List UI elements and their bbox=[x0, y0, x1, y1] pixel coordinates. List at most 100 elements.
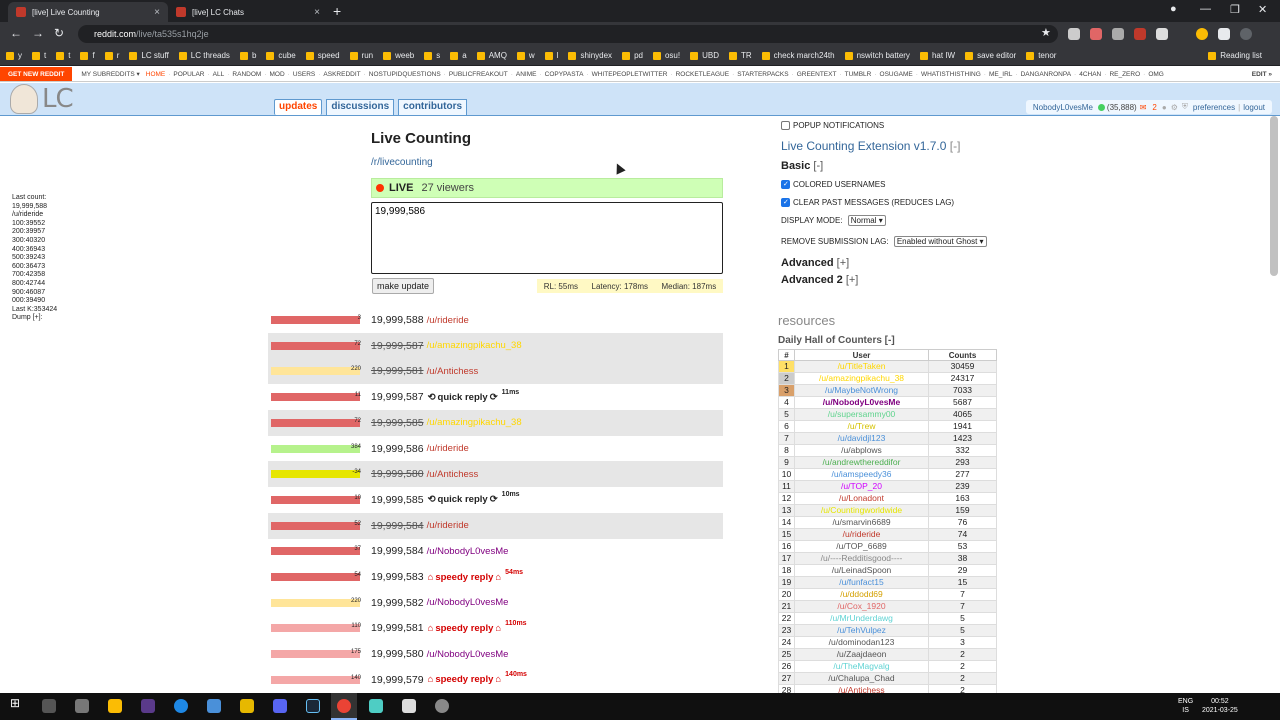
extension-icon[interactable] bbox=[1068, 28, 1080, 40]
clear-messages-option[interactable]: CLEAR PAST MESSAGES (REDUCES LAG) bbox=[781, 198, 954, 208]
checkbox-icon[interactable] bbox=[781, 121, 790, 131]
subreddit-link[interactable]: COPYPASTA bbox=[545, 71, 584, 78]
user-cell[interactable]: /u/andrewthereddifor bbox=[794, 456, 929, 469]
my-subreddits-dropdown[interactable]: MY SUBREDDITS ▾ bbox=[81, 70, 139, 78]
bookmark-item[interactable]: y bbox=[6, 51, 22, 60]
mail-count-badge[interactable]: 2 bbox=[1152, 103, 1156, 112]
subreddit-link[interactable]: /r/livecounting bbox=[371, 157, 433, 168]
tab-contributors[interactable]: contributors bbox=[398, 99, 468, 115]
user-cell[interactable]: /u/funfact15 bbox=[794, 576, 929, 589]
username-link[interactable]: /u/amazingpikachu_38 bbox=[427, 340, 522, 351]
bookmark-item[interactable]: run bbox=[350, 51, 374, 60]
subreddit-link[interactable]: ALL bbox=[213, 71, 225, 78]
extension-icon[interactable] bbox=[1196, 28, 1208, 40]
extension-icon[interactable] bbox=[1134, 28, 1146, 40]
subreddit-link[interactable]: ASKREDDIT bbox=[323, 71, 360, 78]
subreddit-link[interactable]: TUMBLR bbox=[845, 71, 872, 78]
extension-icon[interactable] bbox=[1112, 28, 1124, 40]
extension-icon[interactable] bbox=[1156, 28, 1168, 40]
close-tab-icon[interactable]: × bbox=[314, 7, 320, 18]
stat-line[interactable]: Dump [+]: bbox=[12, 314, 57, 323]
reading-list-button[interactable]: Reading list bbox=[1208, 51, 1262, 60]
bookmark-item[interactable]: b bbox=[240, 51, 256, 60]
bookmark-item[interactable]: t bbox=[32, 51, 46, 60]
bookmark-item[interactable]: speed bbox=[306, 51, 340, 60]
subreddit-link[interactable]: NOSTUPIDQUESTIONS bbox=[369, 71, 441, 78]
app-icon[interactable] bbox=[240, 699, 254, 713]
update-textarea[interactable] bbox=[371, 202, 723, 274]
app-icon[interactable] bbox=[435, 699, 449, 713]
user-cell[interactable]: /u/iamspeedy36 bbox=[794, 468, 929, 481]
app-icon[interactable] bbox=[369, 699, 383, 713]
display-mode-select[interactable]: Normal ▾ bbox=[847, 215, 886, 226]
username-link[interactable]: /u/NobodyL0vesMe bbox=[427, 597, 509, 608]
bookmark-item[interactable]: w bbox=[517, 51, 535, 60]
browser-tab-lc-chats[interactable]: [live] LC Chats × bbox=[168, 2, 328, 22]
user-cell[interactable]: /u/TOP_20 bbox=[794, 480, 929, 493]
windows-start-icon[interactable]: ⊞ bbox=[10, 697, 20, 709]
popup-notifications-option[interactable]: POPUP NOTIFICATIONS bbox=[781, 121, 884, 131]
bookmark-item[interactable]: TR bbox=[729, 51, 752, 60]
user-cell[interactable]: /u/Lonadont bbox=[794, 492, 929, 505]
user-cell[interactable]: /u/davidjl123 bbox=[794, 432, 929, 445]
extension-icon[interactable] bbox=[1090, 28, 1102, 40]
remove-lag-select[interactable]: Enabled without Ghost ▾ bbox=[893, 236, 987, 247]
bookmark-item[interactable]: r bbox=[105, 51, 120, 60]
close-window-icon[interactable]: ✕ bbox=[1258, 3, 1267, 16]
bookmark-item[interactable]: LC threads bbox=[179, 51, 230, 60]
username-link[interactable]: /u/NobodyL0vesMe bbox=[427, 546, 509, 557]
bookmark-item[interactable]: weeb bbox=[383, 51, 414, 60]
subreddit-link[interactable]: ME_IRL bbox=[989, 71, 1012, 78]
user-cell[interactable]: /u/----Redditisgood---- bbox=[794, 552, 929, 565]
user-cell[interactable]: /u/Zaajdaeon bbox=[794, 648, 929, 661]
user-cell[interactable]: /u/supersammy00 bbox=[794, 408, 929, 421]
app-icon[interactable] bbox=[207, 699, 221, 713]
bookmark-item[interactable]: check march24th bbox=[762, 51, 835, 60]
user-cell[interactable]: /u/TehVulpez bbox=[794, 624, 929, 637]
puzzle-icon[interactable] bbox=[1218, 28, 1230, 40]
task-view-icon[interactable] bbox=[75, 699, 89, 713]
bookmark-item[interactable]: t bbox=[56, 51, 70, 60]
user-cell[interactable]: /u/Countingworldwide bbox=[794, 504, 929, 517]
username-link[interactable]: NobodyL0vesMe bbox=[1033, 103, 1093, 112]
user-cell[interactable]: /u/abplows bbox=[794, 444, 929, 457]
user-cell[interactable]: /u/Trew bbox=[794, 420, 929, 433]
user-cell[interactable]: /u/TheMagvalg bbox=[794, 660, 929, 673]
shield-icon[interactable]: ⛨ bbox=[1182, 102, 1188, 112]
subreddit-link[interactable]: DANGANRONPA bbox=[1021, 71, 1071, 78]
chat-icon[interactable]: ● bbox=[1162, 103, 1167, 112]
subreddit-link[interactable]: USERS bbox=[293, 71, 315, 78]
user-cell[interactable]: /u/LeinadSpoon bbox=[794, 564, 929, 577]
subreddit-link[interactable]: 4CHAN bbox=[1079, 71, 1101, 78]
gear-icon[interactable]: ⚙ bbox=[1171, 103, 1178, 112]
make-update-button[interactable]: make update bbox=[372, 278, 435, 294]
minimize-icon[interactable]: — bbox=[1200, 3, 1211, 15]
subreddit-link[interactable]: RE_ZERO bbox=[1109, 71, 1140, 78]
reload-icon[interactable]: ↻ bbox=[54, 26, 64, 40]
subreddit-link[interactable]: ROCKETLEAGUE bbox=[676, 71, 729, 78]
extension-toggle[interactable]: [-] bbox=[950, 139, 961, 153]
user-cell[interactable]: /u/rideride bbox=[794, 528, 929, 541]
logout-link[interactable]: logout bbox=[1243, 103, 1265, 112]
bookmark-item[interactable]: osu! bbox=[653, 51, 680, 60]
username-link[interactable]: /u/rideride bbox=[427, 315, 469, 326]
user-cell[interactable]: /u/smarvin6689 bbox=[794, 516, 929, 529]
bookmark-item[interactable]: shinydex bbox=[568, 51, 612, 60]
bookmark-item[interactable]: hat IW bbox=[920, 51, 955, 60]
user-cell[interactable]: /u/MrUnderdawg bbox=[794, 612, 929, 625]
checkbox-icon[interactable] bbox=[781, 198, 790, 208]
mail-icon[interactable]: ✉ bbox=[1140, 103, 1147, 112]
edge-icon[interactable] bbox=[174, 699, 188, 713]
bookmark-star-icon[interactable]: ★ bbox=[1041, 26, 1051, 39]
new-tab-button[interactable]: + bbox=[333, 3, 341, 19]
subreddit-link[interactable]: STARTERPACKS bbox=[737, 71, 788, 78]
lc-logo[interactable]: LC bbox=[10, 84, 85, 114]
user-cell[interactable]: /u/MaybeNotWrong bbox=[794, 384, 929, 397]
checkbox-icon[interactable] bbox=[781, 180, 790, 190]
close-tab-icon[interactable]: × bbox=[154, 7, 160, 18]
username-link[interactable]: /u/rideride bbox=[427, 520, 469, 531]
edit-subreddits-link[interactable]: EDIT » bbox=[1252, 71, 1272, 78]
page-scrollbar[interactable] bbox=[1270, 116, 1278, 276]
bookmark-item[interactable]: nswitch battery bbox=[845, 51, 910, 60]
tab-updates[interactable]: updates bbox=[274, 99, 323, 115]
